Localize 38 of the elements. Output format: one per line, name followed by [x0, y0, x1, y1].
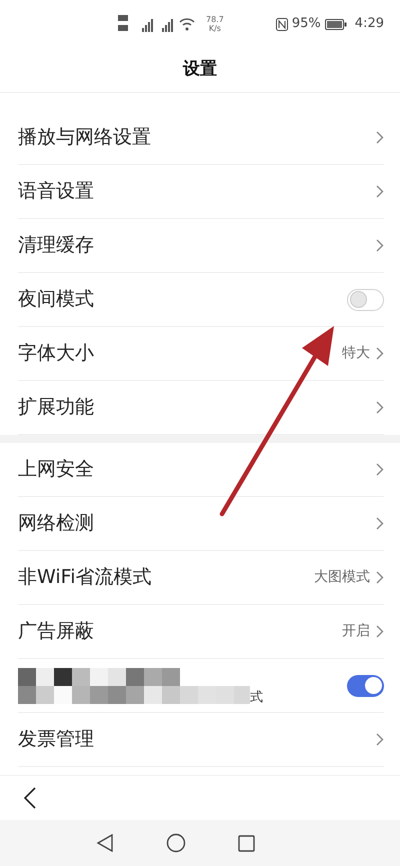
speed-unit: K/s: [208, 24, 221, 33]
setting-value: 大图模式: [314, 568, 370, 587]
nfc-icon: [276, 18, 288, 30]
setting-label: 语音设置: [18, 179, 94, 204]
setting-value: 开启: [342, 622, 370, 641]
setting-value: 特大: [342, 344, 370, 363]
chevron-icon: [376, 517, 384, 530]
network-speed: 78.7: [206, 15, 224, 24]
battery-percent: 95%: [292, 15, 321, 34]
back-icon[interactable]: [24, 787, 36, 809]
setting-label: 清理缓存: [18, 233, 94, 258]
toggle-switch[interactable]: [347, 288, 384, 310]
battery-icon: [324, 18, 347, 30]
setting-label: 播放与网络设置: [18, 125, 151, 150]
chevron-icon: [376, 131, 384, 144]
home-nav-icon[interactable]: [166, 833, 186, 853]
chevron-icon: [376, 733, 384, 746]
page-title: 设置: [183, 58, 217, 82]
setting-label: 夜间模式: [18, 287, 94, 312]
setting-label: 字体大小: [18, 341, 94, 366]
status-time: 4:29: [354, 15, 384, 34]
setting-label: 扩展功能: [18, 395, 94, 420]
chevron-icon: [376, 239, 384, 252]
setting-label: 网络检测: [18, 511, 94, 536]
chevron-icon: [376, 401, 384, 414]
setting-label: 上网安全: [18, 457, 94, 482]
chevron-icon: [376, 347, 384, 360]
chevron-icon: [376, 463, 384, 476]
setting-label: 广告屏蔽: [18, 619, 94, 644]
setting-label: 非WiFi省流模式: [18, 565, 152, 590]
toggle-switch[interactable]: [347, 674, 384, 696]
setting-label: 式: [250, 690, 263, 704]
recents-nav-icon[interactable]: [238, 834, 254, 852]
chevron-icon: [376, 571, 384, 584]
back-nav-icon[interactable]: [96, 834, 114, 852]
chevron-icon: [376, 625, 384, 638]
chevron-icon: [376, 185, 384, 198]
setting-label: 发票管理: [18, 727, 94, 752]
